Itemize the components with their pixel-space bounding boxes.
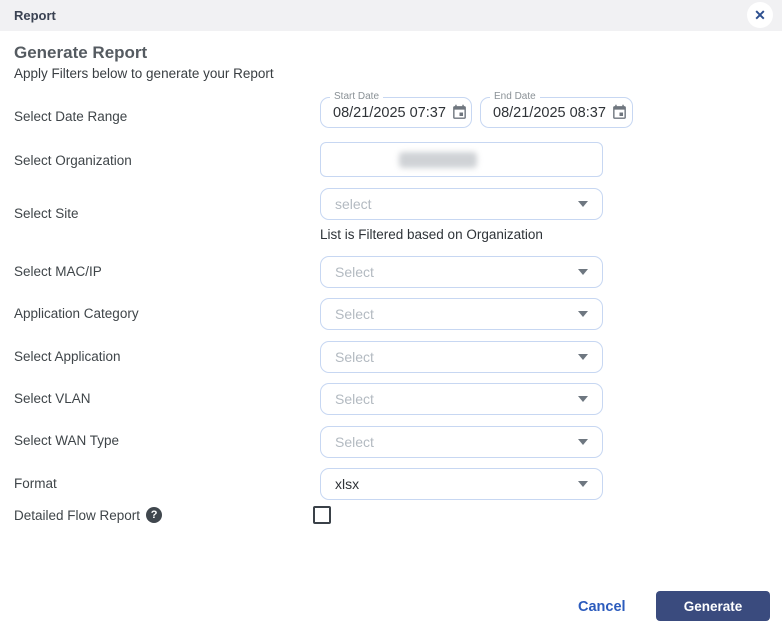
report-modal: Report ✕ Generate Report Apply Filters b… bbox=[0, 0, 782, 625]
application-select[interactable]: Select bbox=[320, 341, 603, 373]
application-label: Select Application bbox=[14, 349, 121, 364]
chevron-down-icon bbox=[578, 311, 588, 317]
chevron-down-icon bbox=[578, 439, 588, 445]
wan-type-select-placeholder: Select bbox=[335, 434, 374, 450]
calendar-icon[interactable] bbox=[611, 104, 628, 121]
vlan-label: Select VLAN bbox=[14, 391, 91, 406]
close-button[interactable]: ✕ bbox=[747, 2, 773, 28]
application-select-placeholder: Select bbox=[335, 349, 374, 365]
site-helper-text: List is Filtered based on Organization bbox=[320, 227, 543, 242]
chevron-down-icon bbox=[578, 396, 588, 402]
mac-ip-select[interactable]: Select bbox=[320, 256, 603, 288]
end-date-field[interactable]: End Date bbox=[480, 97, 633, 128]
site-select-placeholder: select bbox=[335, 196, 372, 212]
modal-titlebar: Report ✕ bbox=[0, 0, 782, 31]
chevron-down-icon bbox=[578, 481, 588, 487]
chevron-down-icon bbox=[578, 269, 588, 275]
organization-input[interactable] bbox=[320, 142, 603, 177]
start-date-field[interactable]: Start Date bbox=[320, 97, 472, 128]
cancel-button[interactable]: Cancel bbox=[578, 599, 626, 615]
organization-label: Select Organization bbox=[14, 153, 132, 168]
wan-type-select[interactable]: Select bbox=[320, 426, 603, 458]
page-title: Generate Report bbox=[14, 43, 147, 63]
vlan-select-placeholder: Select bbox=[335, 391, 374, 407]
format-select-value: xlsx bbox=[335, 476, 359, 492]
close-icon: ✕ bbox=[754, 8, 766, 22]
generate-button[interactable]: Generate bbox=[656, 591, 770, 621]
calendar-icon[interactable] bbox=[451, 104, 468, 121]
chevron-down-icon bbox=[578, 201, 588, 207]
date-range-label: Select Date Range bbox=[14, 109, 127, 124]
app-category-select[interactable]: Select bbox=[320, 298, 603, 330]
app-category-label: Application Category bbox=[14, 306, 139, 321]
site-select[interactable]: select bbox=[320, 188, 603, 220]
chevron-down-icon bbox=[578, 354, 588, 360]
format-label: Format bbox=[14, 476, 57, 491]
site-label: Select Site bbox=[14, 206, 79, 221]
mac-ip-label: Select MAC/IP bbox=[14, 264, 102, 279]
question-mark-icon[interactable]: ? bbox=[146, 507, 162, 523]
start-date-float-label: Start Date bbox=[330, 91, 383, 103]
detailed-flow-label-row: Detailed Flow Report ? bbox=[14, 507, 162, 523]
detailed-flow-label: Detailed Flow Report bbox=[14, 508, 140, 523]
mac-ip-select-placeholder: Select bbox=[335, 264, 374, 280]
end-date-float-label: End Date bbox=[490, 91, 540, 103]
end-date-input[interactable] bbox=[493, 105, 611, 121]
app-category-select-placeholder: Select bbox=[335, 306, 374, 322]
format-select[interactable]: xlsx bbox=[320, 468, 603, 500]
wan-type-label: Select WAN Type bbox=[14, 433, 119, 448]
vlan-select[interactable]: Select bbox=[320, 383, 603, 415]
detailed-flow-checkbox[interactable] bbox=[313, 506, 331, 524]
start-date-input[interactable] bbox=[333, 105, 451, 121]
modal-title: Report bbox=[14, 8, 56, 23]
organization-value-redacted bbox=[399, 152, 477, 168]
page-subtitle: Apply Filters below to generate your Rep… bbox=[14, 66, 274, 81]
